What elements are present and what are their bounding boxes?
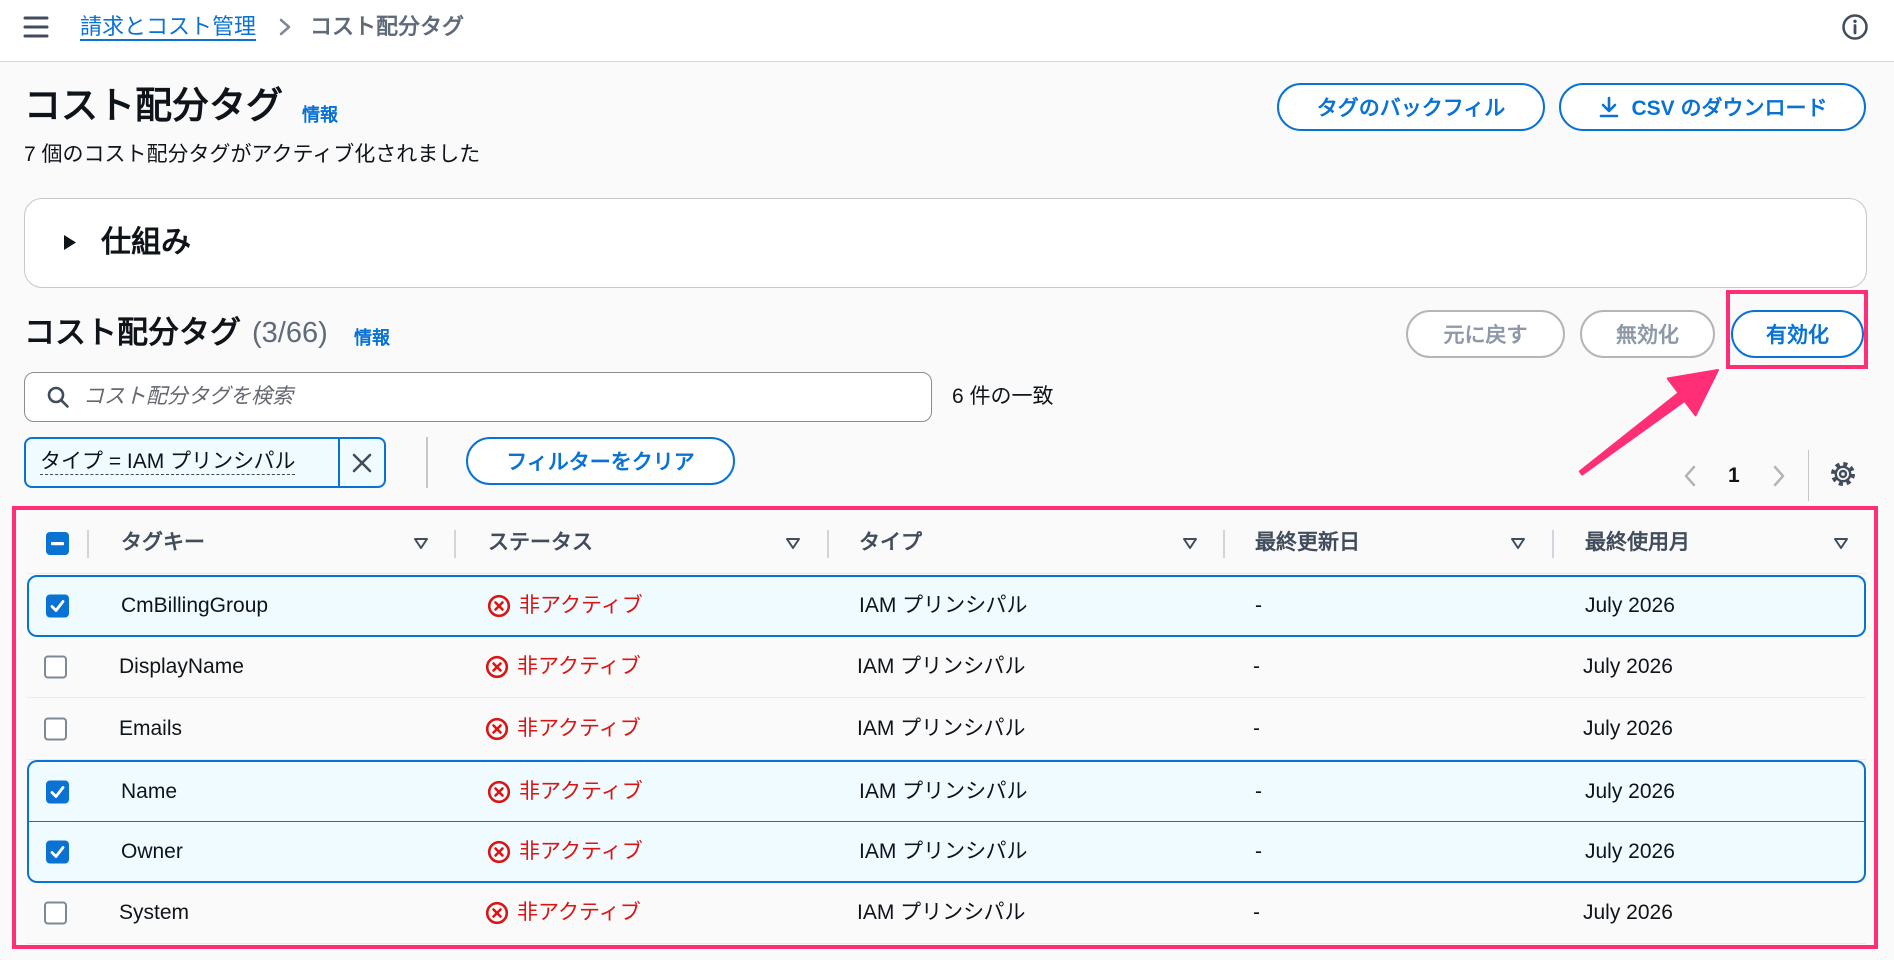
previous-page-icon[interactable] (1683, 464, 1697, 488)
how-it-works-panel[interactable]: 仕組み (24, 198, 1867, 288)
backfill-tags-button[interactable]: タグのバックフィル (1277, 83, 1545, 131)
activate-highlight-box (1726, 290, 1868, 369)
backfill-tags-label: タグのバックフィル (1316, 97, 1506, 120)
breadcrumb-link-billing[interactable]: 請求とコスト管理 (80, 13, 256, 41)
search-icon (46, 385, 70, 409)
download-csv-label: CSV のダウンロード (1631, 97, 1828, 120)
clear-filters-button[interactable]: フィルターをクリア (466, 437, 735, 485)
caret-right-icon (63, 234, 77, 251)
top-navigation-bar: 請求とコスト管理 コスト配分タグ (0, 0, 1894, 62)
page-title: コスト配分タグ (24, 85, 283, 126)
page-info-link[interactable]: 情報 (302, 104, 338, 126)
filter-token: タイプ = IAM プリンシパル (24, 437, 386, 488)
search-box[interactable] (24, 372, 932, 422)
chevron-right-icon (278, 18, 292, 36)
gear-icon[interactable] (1829, 460, 1857, 488)
page-subtitle: 7 個のコスト配分タグがアクティブ化されました (24, 143, 481, 166)
next-page-icon[interactable] (1772, 464, 1786, 488)
filter-token-label[interactable]: タイプ = IAM プリンシパル (40, 450, 296, 475)
breadcrumb-current: コスト配分タグ (310, 14, 465, 39)
download-csv-button[interactable]: CSV のダウンロード (1559, 83, 1866, 131)
info-icon[interactable] (1841, 13, 1869, 41)
close-icon (351, 452, 373, 474)
download-icon (1597, 95, 1621, 119)
current-page-number[interactable]: 1 (1728, 463, 1740, 489)
pagination-divider (1808, 450, 1809, 501)
match-count: 6 件の一致 (952, 385, 1054, 408)
tags-section-title: コスト配分タグ (24, 315, 241, 350)
revert-button[interactable]: 元に戻す (1406, 310, 1565, 358)
remove-filter-button[interactable] (338, 439, 384, 486)
deactivate-button[interactable]: 無効化 (1580, 310, 1715, 358)
filter-divider (426, 437, 428, 488)
how-it-works-label: 仕組み (101, 226, 191, 259)
tags-selection-counter: (3/66) (252, 317, 328, 349)
search-input[interactable] (83, 373, 913, 421)
tags-info-link[interactable]: 情報 (354, 327, 390, 349)
table-highlight-box (12, 506, 1878, 949)
menu-icon[interactable] (23, 16, 49, 38)
